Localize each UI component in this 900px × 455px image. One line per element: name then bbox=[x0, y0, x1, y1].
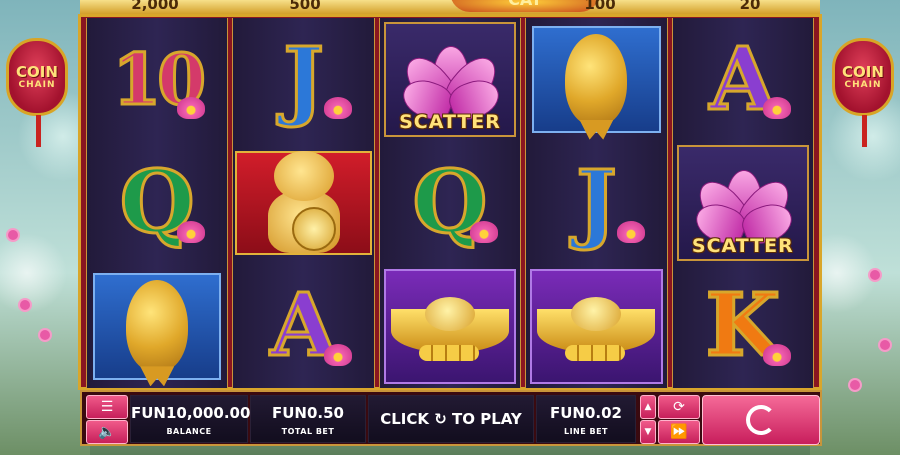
blossom-decoration bbox=[850, 380, 860, 390]
paytable-value: 500 bbox=[289, 0, 321, 13]
blossom-decoration bbox=[880, 340, 890, 350]
koi-fish-icon bbox=[565, 33, 628, 126]
bet-down-button[interactable]: ▼ bbox=[640, 420, 656, 444]
reel-5: A SCATTER K bbox=[671, 18, 815, 388]
menu-icon: ☰ bbox=[100, 399, 114, 415]
autoplay-button[interactable]: ⟳ bbox=[658, 395, 700, 419]
symbol-cell: SCATTER bbox=[673, 141, 813, 264]
symbol-cell bbox=[233, 141, 373, 264]
balance-label: BALANCE bbox=[166, 427, 212, 436]
symbol-cell bbox=[87, 265, 227, 388]
lotus-icon bbox=[688, 160, 798, 249]
symbol-cell bbox=[526, 265, 666, 388]
symbol-cell bbox=[526, 18, 666, 141]
royal-symbol: J bbox=[575, 151, 619, 253]
lantern-text-line1: COIN bbox=[842, 62, 884, 81]
lantern-text-line2: CHAIN bbox=[844, 79, 882, 90]
lotus-flower-icon bbox=[470, 220, 499, 243]
reel-1: 10 Q bbox=[86, 18, 229, 388]
control-bar: ☰ 🔈 FUN10,000.00 BALANCE FUN0.50 TOTAL B… bbox=[80, 390, 822, 446]
speaker-icon: 🔈 bbox=[98, 424, 116, 440]
lotus-flower-icon bbox=[763, 97, 792, 120]
lotus-icon bbox=[395, 36, 505, 126]
symbol-cell: A bbox=[673, 18, 813, 141]
arrow-up-icon: ▲ bbox=[644, 402, 652, 412]
symbol-cell: Q bbox=[380, 141, 520, 264]
reel-4: J bbox=[525, 18, 668, 388]
line-bet-panel[interactable]: FUN0.02 LINE BET bbox=[536, 395, 636, 443]
coin-chain-lantern-left: COIN CHAIN bbox=[6, 38, 68, 147]
symbol-cell: A bbox=[233, 265, 373, 388]
symbol-cell: K bbox=[673, 265, 813, 388]
symbol-cell: J bbox=[526, 141, 666, 264]
lotus-flower-icon bbox=[177, 97, 206, 120]
sound-button[interactable]: 🔈 bbox=[86, 420, 128, 444]
spin-icon bbox=[746, 405, 776, 435]
bet-up-button[interactable]: ▲ bbox=[640, 395, 656, 419]
lotus-flower-icon bbox=[177, 220, 206, 243]
total-bet-panel[interactable]: FUN0.50 TOTAL BET bbox=[250, 395, 366, 443]
royal-symbol: J bbox=[282, 28, 326, 130]
reels-grid: 10 Q J A SCATTER Q J A SCATTER K bbox=[86, 18, 815, 388]
scatter-label: SCATTER bbox=[691, 234, 794, 257]
reel-2: JA bbox=[232, 18, 375, 388]
paytable-value: 100 bbox=[584, 0, 616, 13]
total-bet-value: FUN0.50 bbox=[272, 404, 344, 422]
lotus-flower-icon bbox=[323, 343, 352, 366]
lucky-cat-icon bbox=[262, 150, 346, 255]
lotus-flower-icon bbox=[763, 343, 792, 366]
symbol-cell bbox=[380, 265, 520, 388]
gold-ingot-icon bbox=[391, 291, 510, 362]
coin-chain-lantern-right: COIN CHAIN bbox=[832, 38, 894, 147]
autoplay-icon: ⟳ bbox=[673, 399, 685, 415]
symbol-cell: SCATTER bbox=[380, 18, 520, 141]
koi-fish-icon bbox=[126, 280, 189, 373]
arrow-down-icon: ▼ bbox=[644, 427, 652, 437]
balance-panel: FUN10,000.00 BALANCE bbox=[130, 395, 251, 443]
blossom-decoration bbox=[20, 300, 30, 310]
lantern-text-line1: COIN bbox=[16, 62, 58, 81]
paytable-value: 20 bbox=[739, 0, 761, 13]
gold-ingot-icon bbox=[537, 291, 656, 362]
lotus-flower-icon bbox=[323, 97, 352, 120]
spin-button[interactable] bbox=[702, 395, 820, 445]
total-bet-label: TOTAL BET bbox=[281, 427, 335, 436]
play-prompt-panel: CLICK ↻ TO PLAY bbox=[368, 395, 534, 443]
reel-3: SCATTER Q bbox=[378, 18, 522, 388]
play-prompt: CLICK ↻ TO PLAY bbox=[380, 410, 522, 428]
symbol-cell: 10 bbox=[87, 18, 227, 141]
paytable-value: 2,000 bbox=[131, 0, 179, 13]
scatter-label: SCATTER bbox=[399, 111, 501, 134]
line-bet-label: LINE BET bbox=[563, 427, 609, 436]
balance-value: FUN10,000.00 bbox=[131, 404, 251, 422]
fast-forward-icon: ⏩ bbox=[670, 424, 688, 440]
turbo-button[interactable]: ⏩ bbox=[658, 420, 700, 444]
lotus-flower-icon bbox=[616, 220, 645, 243]
menu-button[interactable]: ☰ bbox=[86, 395, 128, 419]
symbol-cell: Q bbox=[87, 141, 227, 264]
lantern-text-line2: CHAIN bbox=[18, 79, 56, 90]
blossom-decoration bbox=[870, 270, 880, 280]
blossom-decoration bbox=[40, 330, 50, 340]
symbol-cell: J bbox=[233, 18, 373, 141]
line-bet-value: FUN0.02 bbox=[550, 404, 622, 422]
blossom-decoration bbox=[8, 230, 18, 240]
